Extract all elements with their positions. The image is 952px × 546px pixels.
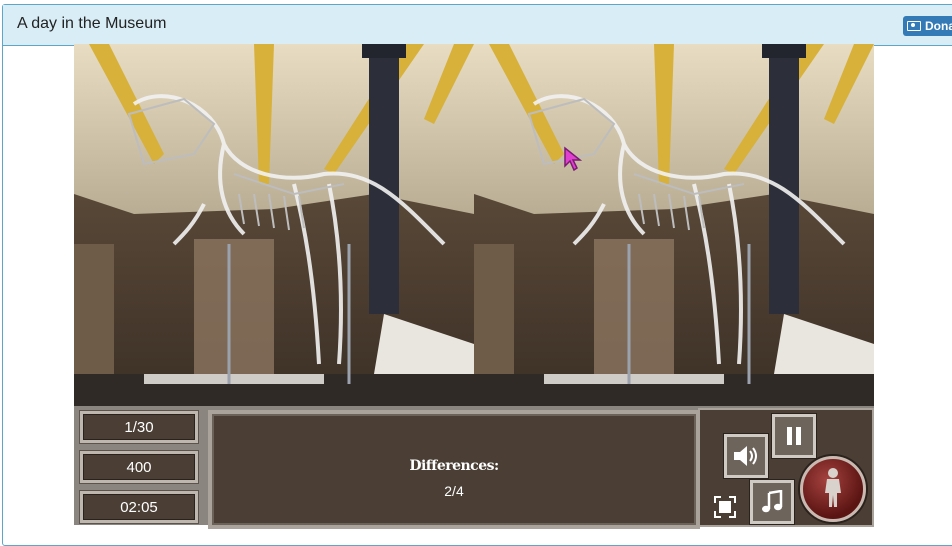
fullscreen-icon <box>714 496 736 518</box>
museum-scene-left <box>74 44 474 406</box>
donate-button[interactable]: Dona <box>903 16 952 36</box>
differences-count: 2/4 <box>444 483 464 499</box>
timer-counter: 02:05 <box>80 491 198 523</box>
panel-header: A day in the Museum Dona <box>3 5 952 46</box>
statue-medal-icon <box>825 468 841 507</box>
pause-icon <box>787 427 801 445</box>
controls-panel <box>698 408 874 527</box>
money-icon <box>907 21 921 31</box>
game-area: 1/30 400 02:05 Differences: 2/4 <box>74 44 874 529</box>
statue-medal-button[interactable] <box>800 456 866 522</box>
score-counter: 400 <box>80 451 198 483</box>
volume-icon <box>734 446 757 466</box>
hud-bar: 1/30 400 02:05 Differences: 2/4 <box>74 406 874 529</box>
differences-label: Differences: <box>409 458 499 474</box>
volume-button[interactable] <box>724 434 768 478</box>
level-counter: 1/30 <box>80 411 198 443</box>
pointer-cursor-icon <box>564 146 583 172</box>
page-title: A day in the Museum <box>17 15 167 32</box>
music-icon <box>762 490 783 513</box>
differences-panel: Differences: 2/4 <box>208 410 700 529</box>
donate-label: Dona <box>925 19 952 33</box>
pause-button[interactable] <box>772 414 816 458</box>
left-picture[interactable] <box>74 44 474 406</box>
museum-scene-right <box>474 44 874 406</box>
fullscreen-button[interactable] <box>714 496 736 518</box>
music-button[interactable] <box>750 480 794 524</box>
right-picture[interactable] <box>474 44 874 406</box>
